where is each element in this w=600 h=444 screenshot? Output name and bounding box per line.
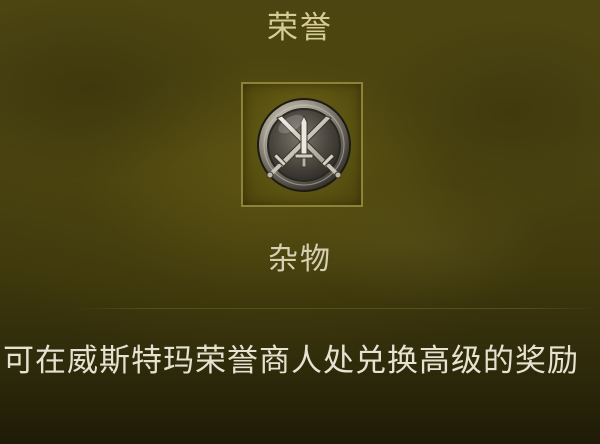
item-name: 荣誉 bbox=[267, 10, 333, 46]
item-description: 可在威斯特玛荣誉商人处兑换高级的奖励 bbox=[3, 343, 579, 379]
divider bbox=[72, 308, 600, 309]
item-tooltip: 荣誉 杂物 可在威斯特玛荣誉商人处兑换高级的奖励 bbox=[0, 0, 600, 444]
crossed-swords-medal-icon bbox=[257, 98, 351, 192]
item-icon-slot[interactable] bbox=[241, 82, 363, 207]
item-category: 杂物 bbox=[268, 242, 332, 277]
